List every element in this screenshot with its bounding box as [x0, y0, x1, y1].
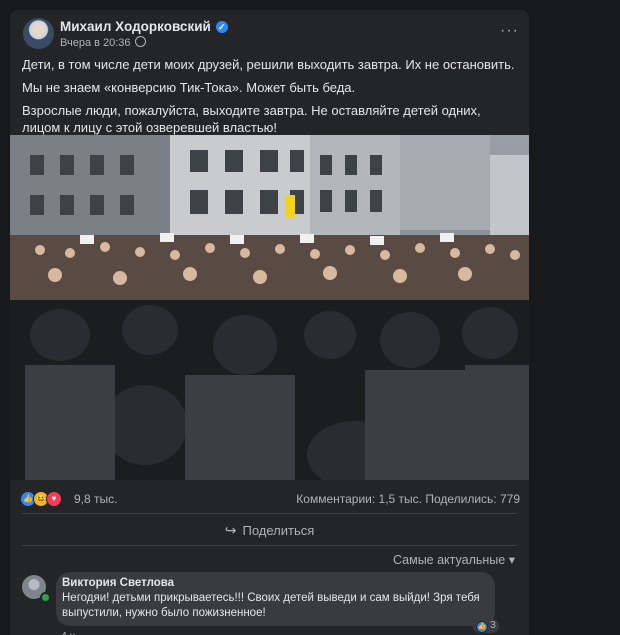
- reaction-count[interactable]: 9,8 тыс.: [74, 492, 117, 506]
- author-name-row: Михаил Ходорковский ✓: [60, 19, 228, 34]
- love-icon: ♥: [46, 491, 62, 507]
- author-name[interactable]: Михаил Ходорковский: [60, 19, 211, 34]
- verified-badge-icon: ✓: [215, 21, 228, 33]
- comment-reactions[interactable]: 👍 3: [473, 619, 499, 633]
- comment-time[interactable]: 4 ч: [61, 630, 75, 635]
- post-time-row: Вчера в 20:36: [60, 36, 146, 49]
- comment-share-stats[interactable]: Комментарии: 1,5 тыс. Поделились: 779: [296, 492, 520, 506]
- comment-like-count: 3: [490, 619, 496, 631]
- post-photo[interactable]: [10, 135, 529, 480]
- globe-icon: [134, 36, 146, 47]
- post-paragraph: Дети, в том числе дети моих друзей, реши…: [22, 57, 515, 72]
- post-time[interactable]: Вчера в 20:36: [60, 37, 131, 49]
- post-paragraph: Взрослые люди, пожалуйста, выходите завт…: [22, 103, 481, 135]
- reactions-bar: 👍 😆 ♥ 9,8 тыс. Комментарии: 1,5 тыс. Подел…: [20, 490, 520, 510]
- post-header: Михаил Ходорковский ✓ Вчера в 20:36 ···: [10, 10, 529, 54]
- post-text: Дети, в том числе дети моих друзей, реши…: [22, 56, 517, 142]
- online-status-icon: [40, 592, 51, 603]
- share-label: Поделиться: [242, 523, 315, 538]
- author-avatar[interactable]: [23, 18, 54, 49]
- protest-photo-illustration: [10, 135, 529, 480]
- post-paragraph: Мы не знаем «конверсию Тик-Тока». Может …: [22, 80, 356, 95]
- post-card: Михаил Ходорковский ✓ Вчера в 20:36 ··· Д…: [10, 10, 529, 635]
- comment-bubble: Виктория Светлова Негодяи! детьми прикры…: [56, 572, 495, 626]
- comment-text: Негодяи! детьми прикрываетесь!!! Своих д…: [62, 592, 480, 619]
- divider: [22, 513, 517, 514]
- share-icon: ↪: [224, 522, 237, 538]
- commenter-name[interactable]: Виктория Светлова: [62, 577, 174, 589]
- comment-sort-dropdown[interactable]: Самые актуальные ▾: [393, 552, 515, 567]
- more-options-button[interactable]: ···: [500, 22, 519, 40]
- divider: [22, 545, 517, 546]
- reaction-icons[interactable]: 👍 😆 ♥: [20, 490, 62, 507]
- share-button[interactable]: ↪ Поделиться: [10, 516, 529, 544]
- like-icon: 👍: [476, 621, 488, 633]
